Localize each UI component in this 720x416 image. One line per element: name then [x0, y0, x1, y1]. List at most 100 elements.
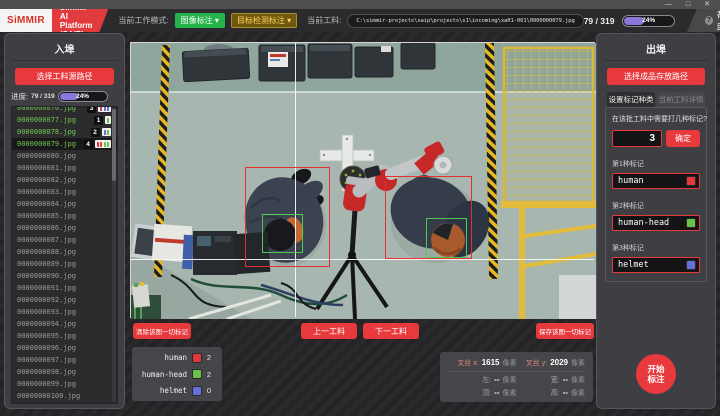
file-list-item[interactable]: 0000000089.jpg [17, 258, 111, 270]
tab-set-label-types[interactable]: 设置标记种类 [607, 92, 655, 107]
file-list-scrollbar[interactable] [112, 108, 116, 402]
file-name: 0000000093.jpg [17, 308, 76, 316]
file-list-item[interactable]: 0000000084.jpg [17, 198, 111, 210]
file-name: 0000000083.jpg [17, 188, 76, 196]
file-list-item[interactable]: 0000000096.jpg [17, 342, 111, 354]
minimize-icon[interactable]: — [665, 1, 672, 8]
file-list-item[interactable]: 00000000101.jpg [17, 402, 111, 404]
annotation-count-badge: 3 [87, 106, 96, 113]
annotation-marks [95, 140, 112, 148]
annotation-box-human-head[interactable] [262, 214, 303, 253]
file-list-item[interactable]: 0000000085.jpg [17, 210, 111, 222]
mode-dropdown-primary[interactable]: 图像标注 ▾ [175, 13, 225, 28]
legend-row: human2 [138, 351, 216, 364]
file-list-item[interactable]: 0000000093.jpg [17, 306, 111, 318]
legend-color-swatch [192, 353, 202, 363]
legend-color-swatch [192, 369, 202, 379]
legend-count: 0 [202, 386, 216, 395]
crosshair-x-value: 1615 [482, 358, 500, 367]
label-3-caption: 第3种标记 [612, 243, 700, 253]
file-name: 0000000077.jpg [17, 116, 76, 124]
label-2-input[interactable]: human-head [612, 215, 700, 231]
file-list-item[interactable]: 0000000098.jpg [17, 366, 111, 378]
file-list-item[interactable]: 0000000097.jpg [17, 354, 111, 366]
file-list-item[interactable]: 0000000082.jpg [17, 174, 111, 186]
start-annotation-button[interactable]: 开始 标注 [636, 354, 676, 394]
box-top-value: -- [494, 388, 499, 397]
label-3-color-swatch[interactable] [686, 260, 696, 270]
file-name: 0000000095.jpg [17, 332, 76, 340]
file-list-item[interactable]: 0000000099.jpg [17, 378, 111, 390]
legend-row: helmet 0 [138, 384, 216, 397]
file-name: 0000000080.jpg [17, 152, 76, 160]
logo: SiMMIR [0, 9, 52, 32]
annotation-marks [98, 106, 111, 112]
output-tabs: 设置标记种类 当前工料详情 [603, 92, 709, 107]
file-list-item[interactable]: 0000000078.jpg2 [17, 126, 111, 138]
file-list-item[interactable]: 0000000088.jpg [17, 246, 111, 258]
next-file-button[interactable]: 下一工料 [363, 323, 419, 339]
annotation-count-badge: 4 [84, 140, 93, 149]
save-annotations-button[interactable]: 保存该图一切标记 [536, 323, 594, 339]
crosshair-y-value: 2029 [550, 358, 568, 367]
previous-file-button[interactable]: 上一工料 [301, 323, 357, 339]
top-bar: SiMMIR Simmir AI Platform (SAIP) 当前工作模式:… [0, 9, 720, 32]
file-name: 0000000096.jpg [17, 344, 76, 352]
label-1-input[interactable]: human [612, 173, 700, 189]
annotation-box-human-head[interactable] [426, 218, 467, 258]
file-list-item[interactable]: 0000000094.jpg [17, 318, 111, 330]
file-name: 0000000091.jpg [17, 284, 76, 292]
file-name: 00000000100.jpg [17, 392, 80, 400]
file-list-item[interactable]: 0000000092.jpg [17, 294, 111, 306]
file-list-item[interactable]: 0000000079.jpg 4 [12, 138, 117, 150]
file-name: 0000000079.jpg [17, 140, 76, 148]
annotation-marks [102, 128, 112, 136]
label-2-color-swatch[interactable] [686, 218, 696, 228]
file-name: 0000000087.jpg [17, 236, 76, 244]
file-list-item[interactable]: 0000000095.jpg [17, 330, 111, 342]
file-list-item[interactable]: 00000000100.jpg [17, 390, 111, 402]
box-left-value: -- [494, 375, 499, 384]
file-name: 0000000099.jpg [17, 380, 76, 388]
image-canvas[interactable] [130, 42, 595, 318]
legend-count: 2 [202, 353, 216, 362]
file-list-item[interactable]: 0000000077.jpg 1 [17, 114, 111, 126]
file-list-item[interactable]: 0000000076.jpg3 [17, 106, 111, 114]
tab-current-file-details[interactable]: 当前工料详情 [657, 92, 705, 107]
current-file-path: C:\simmir-projects\saip\projects\s1\inco… [347, 14, 583, 28]
legend-label: helmet [138, 386, 187, 395]
file-list-item[interactable]: 0000000083.jpg [17, 186, 111, 198]
label-3-input[interactable]: helmet [612, 257, 700, 273]
label-1-caption: 第1种标记 [612, 159, 700, 169]
annotation-legend: human2human-head2helmet0 [132, 347, 222, 401]
label-settings-group: 在该批工料中需要打几种标记? 3 确定 第1种标记 human 第2种标记 hu… [605, 107, 707, 282]
file-name: 0000000088.jpg [17, 248, 76, 256]
file-name: 0000000094.jpg [17, 320, 76, 328]
file-list-item[interactable]: 0000000080.jpg [17, 150, 111, 162]
select-source-path-button[interactable]: 选择工料源路径 [15, 68, 113, 85]
select-output-path-button[interactable]: 选择成品存放路径 [607, 68, 705, 85]
help-button[interactable]: ? 帮助 [687, 9, 720, 32]
maximize-icon[interactable]: □ [686, 1, 690, 8]
file-name: 0000000082.jpg [17, 176, 76, 184]
box-height-value: -- [563, 388, 568, 397]
file-list-item[interactable]: 0000000090.jpg [17, 270, 111, 282]
annotation-count-badge: 1 [94, 116, 103, 125]
window-titlebar: — □ ✕ [0, 0, 720, 9]
confirm-button[interactable]: 确定 [666, 130, 700, 147]
file-list-item[interactable]: 0000000091.jpg [17, 282, 111, 294]
clear-annotations-button[interactable]: 清除该图一切标记 [133, 323, 191, 339]
annotation-count-badge: 2 [91, 128, 100, 137]
file-list-item[interactable]: 0000000087.jpg [17, 234, 111, 246]
file-list-item[interactable]: 0000000086.jpg [17, 222, 111, 234]
mode-dropdown-secondary[interactable]: 目标检测标注 ▾ [231, 13, 297, 28]
input-panel-title: 入埠 [11, 38, 118, 61]
label-1-color-swatch[interactable] [686, 176, 696, 186]
help-icon: ? [705, 16, 713, 25]
label-count-input[interactable]: 3 [612, 130, 662, 147]
close-icon[interactable]: ✕ [704, 1, 710, 8]
file-name: 0000000086.jpg [17, 224, 76, 232]
app-title-tab: Simmir AI Platform (SAIP) [52, 9, 108, 32]
file-list-item[interactable]: 0000000081.jpg [17, 162, 111, 174]
file-name: 0000000097.jpg [17, 356, 76, 364]
